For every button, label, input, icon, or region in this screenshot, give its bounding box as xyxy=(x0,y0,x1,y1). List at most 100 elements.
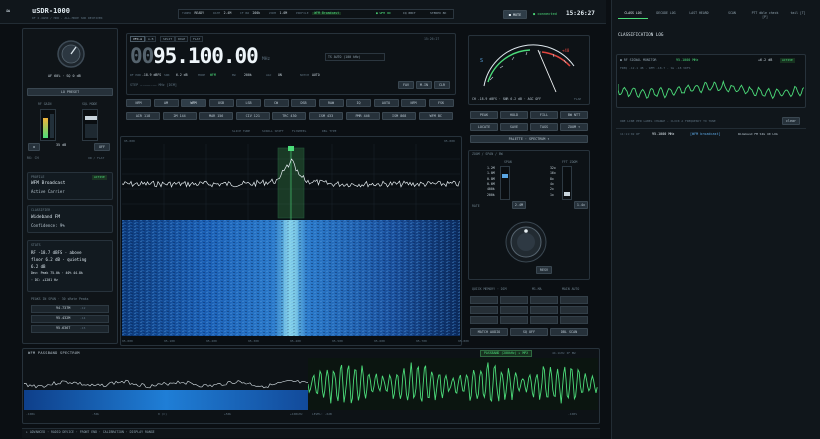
meter-btn2-3[interactable]: ZOOM ▾ xyxy=(560,123,588,131)
band-8[interactable]: WFM BC xyxy=(418,112,453,120)
span-item[interactable]: 1.2M xyxy=(487,166,495,170)
quick-btn-0[interactable]: MATCH AUDIO xyxy=(470,328,508,336)
frequency-display[interactable]: 95.100.00 xyxy=(153,46,259,67)
tuner-tab-0[interactable]: VFO-A xyxy=(130,36,146,42)
meter-btn2-0[interactable]: LOCATE xyxy=(470,123,498,131)
resv-button[interactable]: RESV xyxy=(536,266,552,274)
mute-button[interactable]: ■ MUTE xyxy=(503,10,527,19)
tuner-tab-2[interactable]: SPLIT xyxy=(160,36,176,42)
memory-slot[interactable] xyxy=(560,306,588,314)
tuner-tab-4[interactable]: FLAT xyxy=(190,36,204,42)
clear-log-button[interactable]: clear xyxy=(782,117,800,125)
spectrum-plot[interactable] xyxy=(122,144,460,220)
memory-slot[interactable] xyxy=(530,316,558,324)
tuner-tab-1[interactable]: A·B xyxy=(145,36,157,42)
band-4[interactable]: TRC 430 xyxy=(272,112,307,120)
rf-gain-button[interactable]: ▮ xyxy=(28,143,40,151)
status-value[interactable]: 2.4M xyxy=(224,11,232,15)
fft-item[interactable]: 16x xyxy=(550,172,556,175)
right-tab-0[interactable]: CLASS LOG xyxy=(618,11,648,19)
mode-am[interactable]: AM xyxy=(153,99,179,107)
status-chip[interactable]: STEREO 8K xyxy=(430,12,446,15)
meter-btn-fill[interactable]: FILL xyxy=(530,111,558,119)
span-slider[interactable] xyxy=(500,166,510,200)
band-3[interactable]: CIV 121 xyxy=(235,112,270,120)
mode-usb[interactable]: USB xyxy=(208,99,234,107)
status-chip[interactable]: ● WFM ON xyxy=(376,12,390,15)
mode-raw[interactable]: RAW xyxy=(318,99,344,107)
memory-slot[interactable] xyxy=(500,316,528,324)
quick-btn-1[interactable]: SQ OFF xyxy=(510,328,548,336)
band-2[interactable]: MAR 156 xyxy=(199,112,234,120)
band-5[interactable]: ISM 433 xyxy=(309,112,343,120)
meter-btn-bw-ntt[interactable]: BW NTT xyxy=(560,111,588,119)
mode-iq[interactable]: IQ xyxy=(346,99,371,107)
span-value[interactable]: 2.4M xyxy=(512,201,526,209)
passband-badge[interactable]: PASSBAND (200kHz) ▸ MPX xyxy=(480,350,533,358)
af-gain-knob[interactable] xyxy=(55,38,87,70)
spectrum-mode-0[interactable]: SLICE TUNE xyxy=(232,130,250,133)
entry-freq[interactable]: 95.1000 MHz xyxy=(676,58,698,62)
memory-slot[interactable] xyxy=(560,296,588,304)
sql-off-button[interactable]: OFF xyxy=(94,143,110,151)
status-value[interactable]: 1.0M xyxy=(280,11,288,15)
right-tab-1[interactable]: DECODE LOG xyxy=(651,11,681,16)
lo-preset-button[interactable]: LO PRESET xyxy=(27,88,113,96)
band-1[interactable]: 2M 144 xyxy=(162,112,197,120)
status-value[interactable]: READY xyxy=(195,11,205,15)
band-6[interactable]: PMR 446 xyxy=(345,112,380,120)
memory-slot[interactable] xyxy=(470,306,498,314)
memory-slot[interactable] xyxy=(500,306,528,314)
fft-item[interactable]: 8x xyxy=(550,177,554,181)
mode-dsb[interactable]: DSB xyxy=(291,99,316,107)
tuning-knob[interactable] xyxy=(504,220,548,264)
span-item[interactable]: 1.0M xyxy=(487,172,495,175)
footer-advanced[interactable]: ▸ ADVANCED · RADIO DEVICE · FRONT END · … xyxy=(26,430,155,434)
spectrum-mode-1[interactable]: SCROLL SHIFT xyxy=(262,130,284,133)
span-item[interactable]: 0.6M xyxy=(487,182,495,186)
memory-slot[interactable] xyxy=(470,316,498,324)
status-value[interactable]: 200k xyxy=(253,11,261,15)
fft-value[interactable]: 1.4x xyxy=(574,201,588,209)
meter-btn-peak[interactable]: PEAK xyxy=(470,111,498,119)
span-item[interactable]: 400k xyxy=(487,187,495,191)
tuner-tab-3[interactable]: ROLE xyxy=(175,36,189,42)
status-value[interactable]: WFM Broadcast xyxy=(312,11,342,16)
memory-slot[interactable] xyxy=(500,296,528,304)
step-btn-1[interactable]: M-IN xyxy=(416,81,432,89)
mode-auto[interactable]: AUTO xyxy=(373,99,399,107)
meter-btn-hold[interactable]: HOLD xyxy=(500,111,528,119)
memory-slot[interactable] xyxy=(530,296,558,304)
right-tab-4[interactable]: PTT dble check [P] xyxy=(750,11,780,20)
band-7[interactable]: ISM 868 xyxy=(382,112,417,120)
right-tab-3[interactable]: SCAN xyxy=(717,11,747,16)
quick-btn-2[interactable]: DBL SCAN xyxy=(550,328,588,336)
spectrum-mode-2[interactable]: FLYWHEEL xyxy=(292,130,306,133)
status-chip[interactable]: IQ 8BIT xyxy=(403,12,416,15)
mode-nfm[interactable]: NFM xyxy=(126,99,151,107)
fft-item[interactable]: 1x xyxy=(550,193,554,197)
memory-slot[interactable] xyxy=(470,296,498,304)
step-btn-0[interactable]: FAV xyxy=(398,81,414,89)
meter-btn2-1[interactable]: SAVE xyxy=(500,123,528,131)
memory-slot[interactable] xyxy=(530,306,558,314)
fft-item[interactable]: 32x xyxy=(550,166,556,170)
log-row-freq[interactable]: 95.1000 MHz xyxy=(652,132,674,136)
step-btn-2[interactable]: CLR xyxy=(434,81,450,89)
fft-item[interactable]: 2x xyxy=(550,187,554,191)
sql-slider[interactable] xyxy=(82,109,98,141)
waterfall[interactable] xyxy=(122,220,460,336)
tuning-step-select[interactable]: TS AUTO (100 kHz) xyxy=(325,53,385,61)
spectrum-mode-3[interactable]: DBL TYPE xyxy=(322,130,336,133)
mode-lsb[interactable]: LSB xyxy=(236,99,261,107)
band-0[interactable]: AIR 118 xyxy=(126,112,160,120)
right-tab-5[interactable]: tail [T] xyxy=(783,11,813,16)
span-item[interactable]: 200k xyxy=(487,193,495,197)
meter-btn2-2[interactable]: TAGS xyxy=(530,123,558,131)
palette-select[interactable]: PALETTE · SPECTRUM ▾ xyxy=(470,135,588,143)
mode-cw[interactable]: CW xyxy=(263,99,289,107)
mode-nfm[interactable]: NFM xyxy=(401,99,426,107)
fft-item[interactable]: 4x xyxy=(550,182,554,186)
right-tab-2[interactable]: LAST HEARD xyxy=(684,11,714,16)
rf-gain-slider[interactable] xyxy=(40,109,56,141)
